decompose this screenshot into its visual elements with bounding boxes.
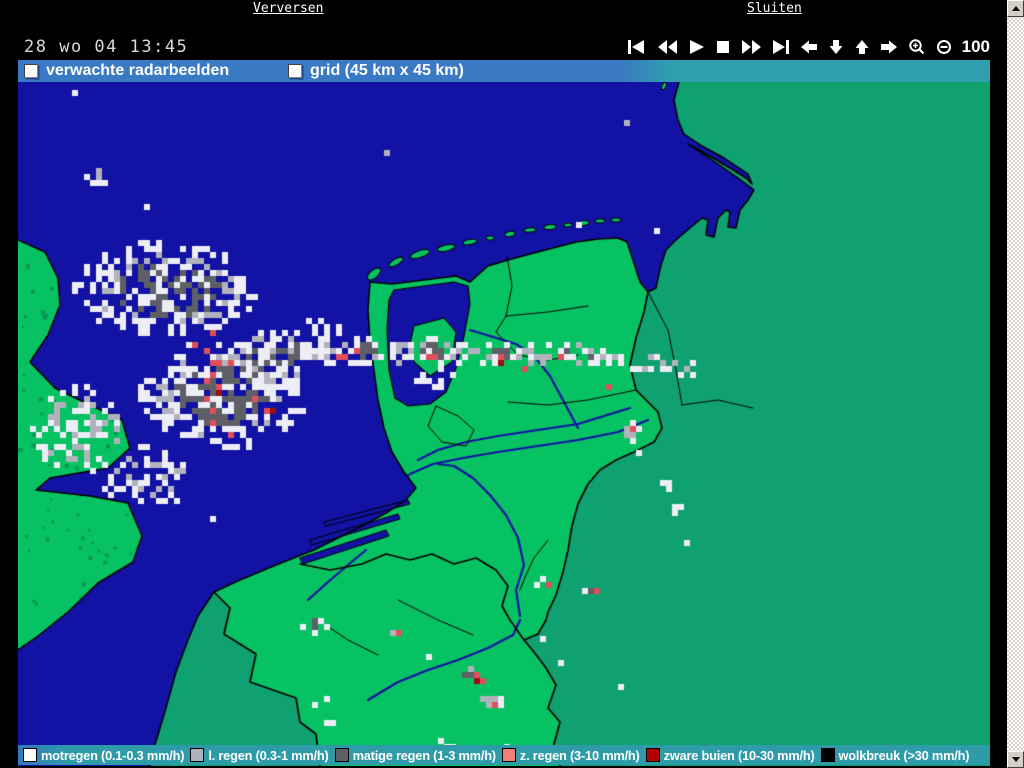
refresh-link[interactable]: Verversen <box>253 1 323 16</box>
legend-bar: motregen (0.1-0.3 mm/h) l. regen (0.3-1 … <box>18 745 990 765</box>
pan-right-button[interactable] <box>880 38 898 56</box>
grid-label: grid (45 km x 45 km) <box>310 62 464 79</box>
radar-images-label: verwachte radarbeelden <box>46 62 230 79</box>
scrollbar-track[interactable] <box>1007 17 1024 751</box>
zoom-level-value: 100 <box>961 37 990 56</box>
legend-item: z. regen (3-10 mm/h) <box>501 747 640 763</box>
radar-images-checkbox[interactable] <box>24 64 38 78</box>
pan-left-button[interactable] <box>800 38 818 56</box>
pan-down-button[interactable] <box>828 38 844 56</box>
options-bar: verwachte radarbeelden grid (45 km x 45 … <box>18 60 990 82</box>
playback-controls: 100 <box>627 35 990 59</box>
grid-checkbox[interactable] <box>288 64 302 78</box>
radar-map[interactable] <box>18 60 990 766</box>
legend-swatch-lichte-regen <box>190 748 205 762</box>
play-button[interactable] <box>688 38 705 56</box>
legend-item: l. regen (0.3-1 mm/h) <box>190 747 329 763</box>
legend-label: zware buien (10-30 mm/h) <box>663 747 815 763</box>
skip-to-end-button[interactable] <box>772 38 790 56</box>
legend-swatch-zware-regen <box>501 748 516 762</box>
scroll-up-icon <box>1011 6 1020 11</box>
close-link[interactable]: Sluiten <box>747 1 802 16</box>
stop-button[interactable] <box>715 38 731 56</box>
radar-images-checkbox-group[interactable]: verwachte radarbeelden <box>24 60 229 82</box>
legend-label: motregen (0.1-0.3 mm/h) <box>41 747 185 763</box>
zoom-in-button[interactable] <box>908 38 926 56</box>
legend-label: z. regen (3-10 mm/h) <box>519 747 640 763</box>
pan-up-button[interactable] <box>854 38 870 56</box>
legend-swatch-matige-regen <box>334 748 349 762</box>
radar-app-window: Verversen Sluiten 28 wo 04 13:45 100 ver… <box>0 0 1024 768</box>
legend-label: l. regen (0.3-1 mm/h) <box>208 747 329 763</box>
legend-swatch-wolkbreuk <box>820 748 835 762</box>
legend-item: zware buien (10-30 mm/h) <box>645 747 815 763</box>
frame-timestamp: 28 wo 04 13:45 <box>24 37 189 57</box>
vertical-scrollbar[interactable] <box>1007 0 1024 768</box>
fast-forward-button[interactable] <box>741 38 762 56</box>
scroll-up-button[interactable] <box>1007 0 1024 17</box>
legend-item: wolkbreuk (>30 mm/h) <box>820 747 970 763</box>
scroll-down-icon <box>1011 757 1020 762</box>
scroll-down-button[interactable] <box>1007 751 1024 768</box>
zoom-out-button[interactable] <box>936 38 952 56</box>
grid-checkbox-group[interactable]: grid (45 km x 45 km) <box>288 60 464 82</box>
legend-label: matige regen (1-3 mm/h) <box>352 747 497 763</box>
legend-swatch-motregen <box>23 748 37 762</box>
skip-to-start-button[interactable] <box>627 38 647 56</box>
legend-swatch-zware-buien <box>645 748 660 762</box>
rewind-button[interactable] <box>657 38 678 56</box>
legend-label: wolkbreuk (>30 mm/h) <box>838 747 970 763</box>
legend-item: motregen (0.1-0.3 mm/h) <box>23 747 185 763</box>
legend-item: matige regen (1-3 mm/h) <box>334 747 497 763</box>
